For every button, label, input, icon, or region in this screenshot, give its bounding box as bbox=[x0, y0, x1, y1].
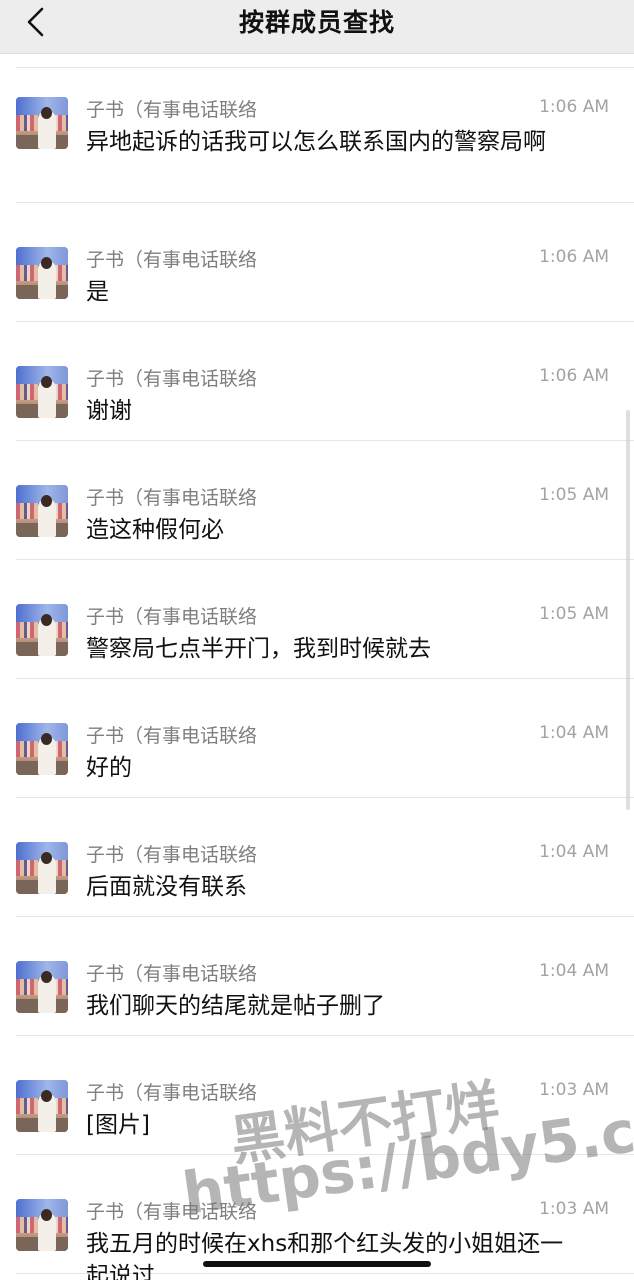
sender-name: 子书（有事电话联络 bbox=[86, 368, 258, 390]
message-row[interactable]: 子书（有事电话联络 1:06 AM 是 bbox=[16, 203, 634, 322]
message-text: 我们聊天的结尾就是帖子删了 bbox=[86, 993, 385, 1019]
message-time: 1:04 AM bbox=[539, 842, 609, 862]
avatar[interactable] bbox=[16, 485, 68, 537]
sender-name: 子书（有事电话联络 bbox=[86, 844, 258, 866]
avatar[interactable] bbox=[16, 604, 68, 656]
avatar[interactable] bbox=[16, 1080, 68, 1132]
message-row[interactable]: 子书（有事电话联络 1:04 AM 我们聊天的结尾就是帖子删了 bbox=[16, 917, 634, 1036]
sender-name: 子书（有事电话联络 bbox=[86, 1201, 258, 1223]
avatar[interactable] bbox=[16, 1199, 68, 1251]
message-time: 1:06 AM bbox=[539, 247, 609, 267]
sender-name: 子书（有事电话联络 bbox=[86, 249, 258, 271]
message-time: 1:04 AM bbox=[539, 723, 609, 743]
message-text: 异地起诉的话我可以怎么联系国内的警察局啊 bbox=[86, 129, 546, 155]
message-text: 谢谢 bbox=[86, 398, 132, 424]
message-time: 1:06 AM bbox=[539, 366, 609, 386]
message-time: 1:03 AM bbox=[539, 1199, 609, 1219]
avatar[interactable] bbox=[16, 97, 68, 149]
message-text: 造这种假何必 bbox=[86, 517, 224, 543]
sender-name: 子书（有事电话联络 bbox=[86, 963, 258, 985]
message-time: 1:05 AM bbox=[539, 604, 609, 624]
page-title: 按群成员查找 bbox=[238, 8, 395, 37]
sender-name: 子书（有事电话联络 bbox=[86, 606, 258, 628]
home-indicator[interactable] bbox=[203, 1261, 431, 1267]
sender-name: 子书（有事电话联络 bbox=[86, 725, 258, 747]
message-row[interactable]: 子书（有事电话联络 1:06 AM 异地起诉的话我可以怎么联系国内的警察局啊 bbox=[16, 54, 634, 203]
scrollbar[interactable] bbox=[626, 410, 630, 810]
message-text: 后面就没有联系 bbox=[86, 874, 247, 900]
message-row[interactable]: 子书（有事电话联络 1:04 AM 好的 bbox=[16, 679, 634, 798]
sender-name: 子书（有事电话联络 bbox=[86, 487, 258, 509]
sender-name: 子书（有事电话联络 bbox=[86, 1082, 258, 1104]
nav-bar: 按群成员查找 bbox=[0, 0, 634, 54]
search-results-list: 子书（有事电话联络 1:06 AM 异地起诉的话我可以怎么联系国内的警察局啊 子书（有… bbox=[0, 54, 634, 1280]
avatar[interactable] bbox=[16, 247, 68, 299]
message-row[interactable]: 子书（有事电话联络 1:05 AM 警察局七点半开门，我到时候就去 bbox=[16, 560, 634, 679]
message-row[interactable]: 子书（有事电话联络 1:03 AM [图片] bbox=[16, 1036, 634, 1155]
sender-name: 子书（有事电话联络 bbox=[86, 99, 258, 121]
message-text: [图片] bbox=[86, 1112, 150, 1138]
message-time: 1:06 AM bbox=[539, 97, 609, 117]
message-row[interactable]: 子书（有事电话联络 1:04 AM 后面就没有联系 bbox=[16, 798, 634, 917]
avatar[interactable] bbox=[16, 723, 68, 775]
message-text: 是 bbox=[86, 279, 109, 305]
message-row[interactable]: 子书（有事电话联络 1:03 AM 我五月的时候在xhs和那个红头发的小姐姐还一起说… bbox=[16, 1155, 634, 1280]
message-row[interactable]: 子书（有事电话联络 1:05 AM 造这种假何必 bbox=[16, 441, 634, 560]
message-text: 好的 bbox=[86, 755, 132, 781]
message-time: 1:03 AM bbox=[539, 1080, 609, 1100]
avatar[interactable] bbox=[16, 366, 68, 418]
message-text: 警察局七点半开门，我到时候就去 bbox=[86, 636, 431, 662]
message-row[interactable]: 子书（有事电话联络 1:06 AM 谢谢 bbox=[16, 322, 634, 441]
avatar[interactable] bbox=[16, 842, 68, 894]
message-text: 我五月的时候在xhs和那个红头发的小姐姐还一起说过 bbox=[86, 1231, 564, 1280]
avatar[interactable] bbox=[16, 961, 68, 1013]
message-time: 1:05 AM bbox=[539, 485, 609, 505]
message-time: 1:04 AM bbox=[539, 961, 609, 981]
